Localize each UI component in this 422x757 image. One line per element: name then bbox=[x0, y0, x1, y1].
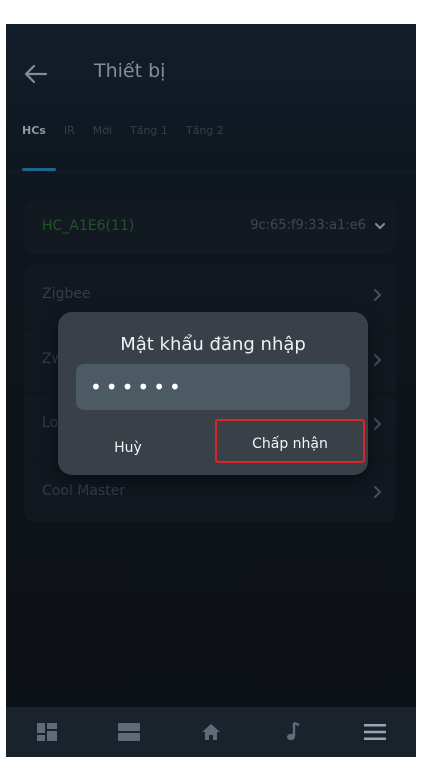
nav-dashboard[interactable] bbox=[27, 714, 67, 750]
password-dialog: Mật khẩu đăng nhập Huỳ Chấp nhận bbox=[58, 312, 368, 475]
nav-music[interactable] bbox=[273, 714, 313, 750]
nav-list-view[interactable] bbox=[109, 714, 149, 750]
music-note-icon bbox=[287, 722, 300, 741]
password-input[interactable] bbox=[76, 364, 350, 410]
home-icon bbox=[202, 724, 220, 740]
bottom-nav bbox=[6, 707, 416, 757]
cancel-button[interactable]: Huỳ bbox=[68, 430, 188, 464]
nav-menu[interactable] bbox=[355, 714, 395, 750]
accept-button[interactable]: Chấp nhận bbox=[215, 419, 365, 463]
list-view-icon bbox=[118, 723, 140, 741]
app-screen: Thiết bị HCs IR Mới Tầng 1 Tầng 2 HC_A1E… bbox=[6, 24, 416, 757]
nav-home[interactable] bbox=[191, 714, 231, 750]
dashboard-icon bbox=[37, 723, 57, 741]
menu-icon bbox=[364, 724, 386, 740]
dialog-title: Mật khẩu đăng nhập bbox=[120, 334, 306, 355]
